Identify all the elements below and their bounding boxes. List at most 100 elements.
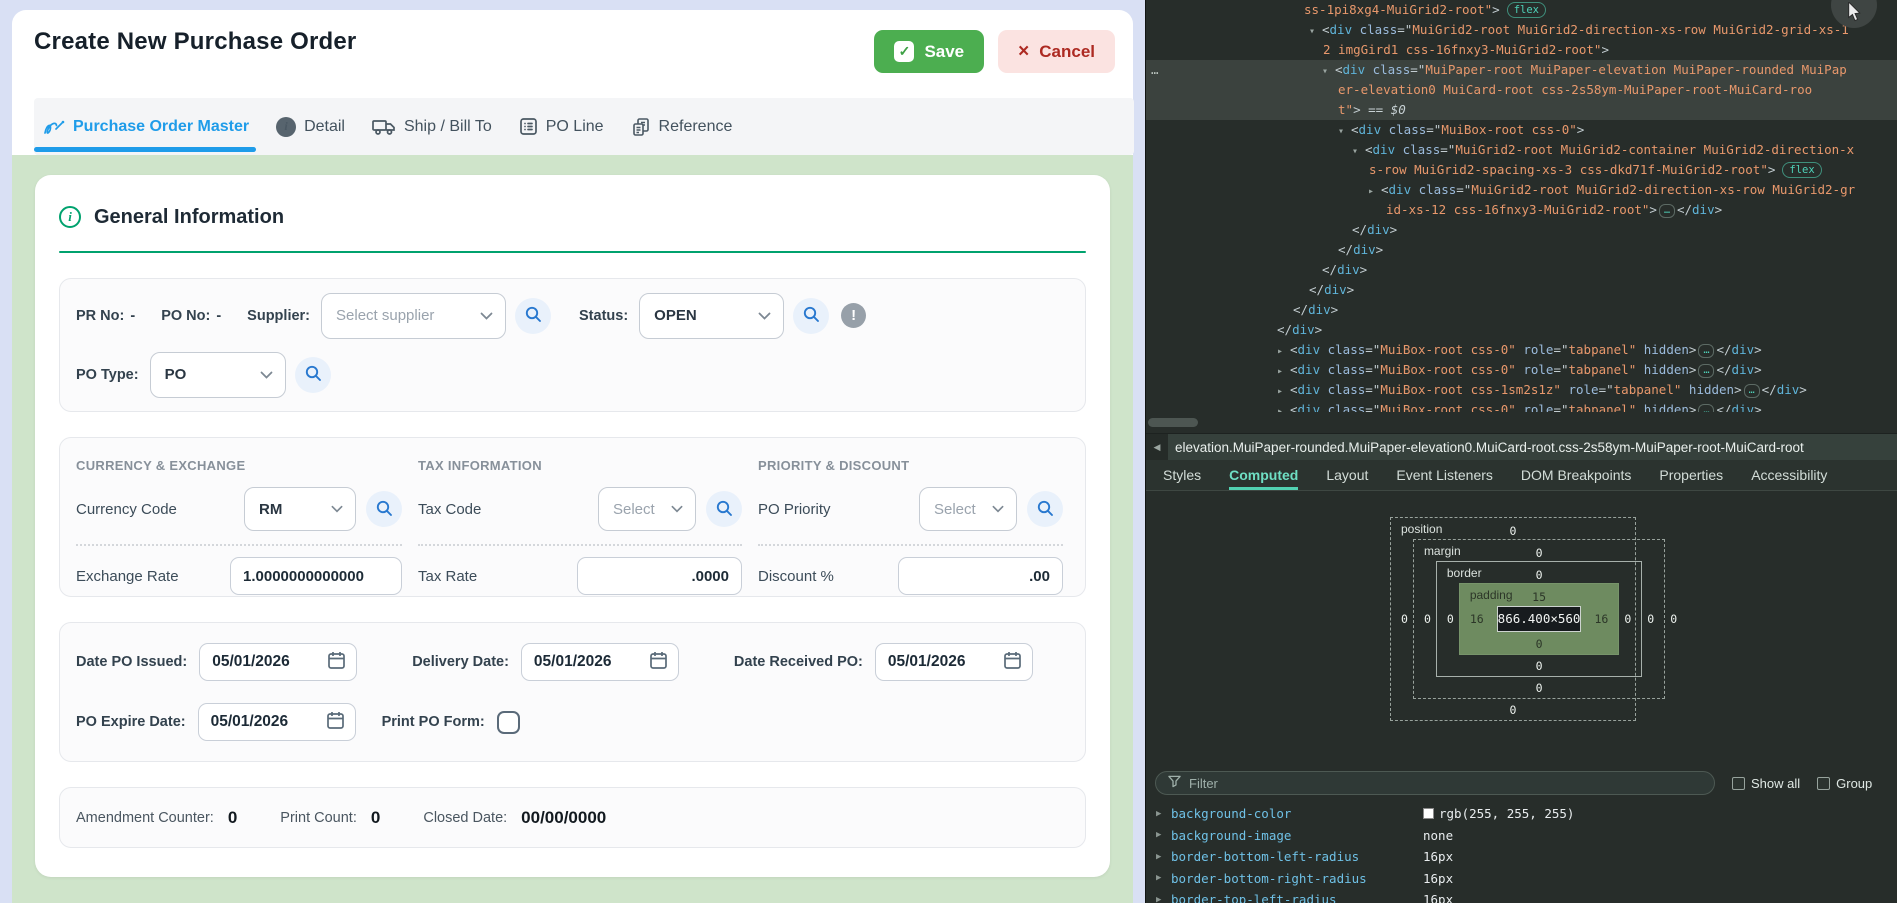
- devtools-tab-properties[interactable]: Properties: [1659, 460, 1723, 490]
- po-no-value: -: [216, 308, 221, 324]
- exchange-rate-input[interactable]: 1.0000000000000: [230, 557, 402, 595]
- currency-search-button[interactable]: [366, 491, 402, 527]
- dom-tree-line[interactable]: </div>: [1146, 240, 1897, 260]
- filter-input[interactable]: Filter: [1155, 771, 1715, 795]
- dom-tree-line[interactable]: ▸<div class="MuiGrid2-root MuiGrid2-dire…: [1146, 180, 1897, 200]
- dom-tree-line[interactable]: ▾<div class="MuiBox-root css-0">: [1146, 120, 1897, 140]
- po-priority-label: PO Priority: [758, 501, 909, 518]
- position-left: 0: [1396, 612, 1413, 626]
- breadcrumb[interactable]: elevation.MuiPaper-rounded.MuiPaper-elev…: [1175, 440, 1804, 455]
- dom-tree-line[interactable]: t"> == $0: [1146, 100, 1897, 120]
- tax-rate-input[interactable]: .0000: [577, 557, 742, 595]
- discount-input[interactable]: .00: [898, 557, 1063, 595]
- show-all-toggle[interactable]: Show all: [1732, 776, 1800, 791]
- tab-detail[interactable]: i Detail: [276, 117, 345, 137]
- currency-code-select[interactable]: RM: [244, 487, 356, 531]
- po-type-select[interactable]: PO: [150, 352, 286, 398]
- supplier-select[interactable]: Select supplier: [321, 293, 506, 339]
- tax-code-search-button[interactable]: [706, 491, 742, 527]
- dom-tree-line[interactable]: ▸<div class="MuiBox-root css-1sm2s1z" ro…: [1146, 380, 1897, 400]
- dom-tree-line[interactable]: </div>: [1146, 220, 1897, 240]
- show-all-checkbox[interactable]: [1732, 777, 1745, 790]
- gutter-more-icon: …: [1151, 60, 1160, 80]
- devtools-tab-event-listeners[interactable]: Event Listeners: [1396, 460, 1493, 490]
- closed-date-value: 00/00/0000: [521, 808, 606, 828]
- dom-tree-line[interactable]: ▸<div class="MuiBox-root css-0" role="ta…: [1146, 340, 1897, 360]
- dom-tree-line[interactable]: er-elevation0 MuiCard-root css-2s58ym-Mu…: [1146, 80, 1897, 100]
- padding-top: 15: [1532, 590, 1546, 604]
- group-toggle[interactable]: Group: [1817, 776, 1872, 791]
- po-expire-date-input[interactable]: 05/01/2026: [198, 703, 356, 741]
- margin-left: 0: [1419, 612, 1436, 626]
- supplier-search-button[interactable]: [515, 298, 551, 334]
- currency-tax-priority-section: CURRENCY & EXCHANGE Currency Code RM: [59, 437, 1086, 597]
- tab-purchase-order-master[interactable]: Purchase Order Master: [43, 118, 249, 136]
- breadcrumb-back-button[interactable]: ◀: [1146, 434, 1168, 461]
- elements-horizontal-scrollbar[interactable]: [1146, 412, 1897, 433]
- dom-tree-line[interactable]: ▸<div class="MuiBox-root css-0" role="ta…: [1146, 360, 1897, 380]
- dom-tree-line[interactable]: </div>: [1146, 280, 1897, 300]
- dom-tree-line[interactable]: s-row MuiGrid2-spacing-xs-3 css-dkd71f-M…: [1146, 160, 1897, 180]
- chevron-down-icon: [671, 500, 683, 518]
- print-count-value: 0: [371, 808, 380, 828]
- devtools-tab-styles[interactable]: Styles: [1163, 460, 1201, 490]
- delivery-date-input[interactable]: 05/01/2026: [521, 643, 679, 681]
- elements-tree: ss-1pi8xg4-MuiGrid2-root">flex▾<div clas…: [1146, 0, 1897, 412]
- dom-tree-line[interactable]: </div>: [1146, 300, 1897, 320]
- pr-no-value: -: [130, 308, 135, 324]
- tab-ship-bill-to[interactable]: Ship / Bill To: [372, 118, 492, 136]
- dom-tree-line[interactable]: ss-1pi8xg4-MuiGrid2-root">flex: [1146, 0, 1897, 20]
- devtools-tab-dom-breakpoints[interactable]: DOM Breakpoints: [1521, 460, 1631, 490]
- discount-label: Discount %: [758, 568, 888, 585]
- po-priority-search-button[interactable]: [1027, 491, 1063, 527]
- tab-reference[interactable]: Reference: [631, 117, 733, 137]
- date-po-issued-input[interactable]: 05/01/2026: [199, 643, 357, 681]
- supplier-label: Supplier:: [247, 308, 310, 324]
- computed-property-row[interactable]: ▶border-top-left-radius16px: [1146, 889, 1897, 903]
- expand-arrow-icon[interactable]: ▶: [1156, 873, 1171, 883]
- expand-arrow-icon[interactable]: ▶: [1156, 852, 1171, 862]
- dom-tree-line[interactable]: 2 imgGird1 css-16fnxy3-MuiGrid2-root">: [1146, 40, 1897, 60]
- date-po-issued-value: 05/01/2026: [212, 653, 290, 671]
- breadcrumb-bar: ◀ elevation.MuiPaper-rounded.MuiPaper-el…: [1146, 433, 1897, 460]
- devtools-tab-computed[interactable]: Computed: [1229, 460, 1298, 490]
- property-name: border-bottom-right-radius: [1171, 871, 1423, 886]
- print-po-form-checkbox[interactable]: [497, 711, 520, 734]
- tax-code-select[interactable]: Select: [598, 487, 696, 531]
- search-icon: [715, 499, 733, 520]
- scrollbar-thumb[interactable]: [1148, 418, 1198, 427]
- devtools-tab-layout[interactable]: Layout: [1326, 460, 1368, 490]
- computed-properties-list: ▶background-colorrgb(255, 255, 255)▶back…: [1146, 803, 1897, 903]
- cancel-button[interactable]: × Cancel: [998, 30, 1115, 73]
- group-checkbox[interactable]: [1817, 777, 1830, 790]
- dom-tree-line[interactable]: ▾<div class="MuiGrid2-root MuiGrid2-dire…: [1146, 20, 1897, 40]
- expand-arrow-icon[interactable]: ▶: [1156, 895, 1171, 903]
- computed-property-row[interactable]: ▶border-bottom-left-radius16px: [1146, 846, 1897, 868]
- warning-icon: !: [841, 303, 866, 328]
- computed-property-row[interactable]: ▶border-bottom-right-radius16px: [1146, 868, 1897, 890]
- dom-tree-line[interactable]: id-xs-12 css-16fnxy3-MuiGrid2-root">…</d…: [1146, 200, 1897, 220]
- po-priority-select[interactable]: Select: [919, 487, 1017, 531]
- dom-tree-line[interactable]: …▾<div class="MuiPaper-root MuiPaper-ele…: [1146, 60, 1897, 80]
- expand-arrow-icon[interactable]: ▶: [1156, 830, 1171, 840]
- date-received-po-input[interactable]: 05/01/2026: [875, 643, 1033, 681]
- dom-tree-line[interactable]: ▾<div class="MuiGrid2-root MuiGrid2-cont…: [1146, 140, 1897, 160]
- closed-date-label: Closed Date:: [423, 810, 507, 826]
- status-select[interactable]: OPEN: [639, 293, 784, 339]
- general-info-card: i General Information PR No: - PO No: - …: [35, 175, 1110, 877]
- computed-property-row[interactable]: ▶background-colorrgb(255, 255, 255): [1146, 803, 1897, 825]
- margin-right: 0: [1642, 612, 1659, 626]
- chevron-down-icon: [331, 500, 343, 518]
- save-button[interactable]: ✓ Save: [874, 30, 984, 73]
- devtools-tab-accessibility[interactable]: Accessibility: [1751, 460, 1827, 490]
- dom-tree-line[interactable]: </div>: [1146, 320, 1897, 340]
- filter-placeholder: Filter: [1189, 776, 1218, 791]
- status-search-button[interactable]: [793, 298, 829, 334]
- computed-property-row[interactable]: ▶background-imagenone: [1146, 825, 1897, 847]
- dom-tree-line[interactable]: </div>: [1146, 260, 1897, 280]
- po-type-search-button[interactable]: [295, 357, 331, 393]
- dom-tree-line[interactable]: ▸<div class="MuiBox-root css-0" role="ta…: [1146, 400, 1897, 412]
- tab-po-line[interactable]: PO Line: [519, 117, 604, 136]
- box-model-border: border0 0 padding15 16 866.400×560: [1436, 561, 1642, 677]
- expand-arrow-icon[interactable]: ▶: [1156, 809, 1171, 819]
